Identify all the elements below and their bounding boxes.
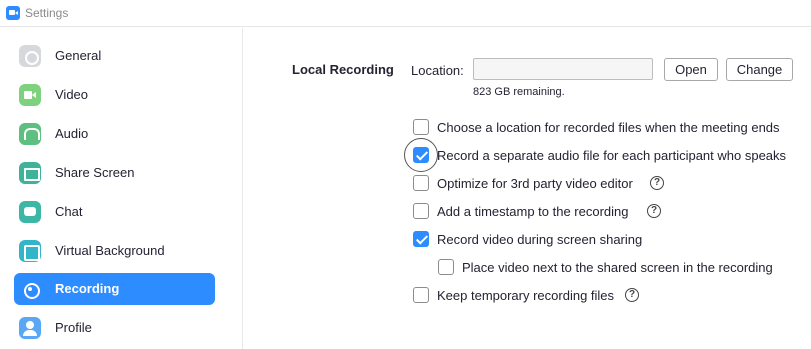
option-label: Add a timestamp to the recording [437, 204, 629, 219]
sidebar-item-label: Recording [55, 281, 120, 296]
sidebar-item-recording[interactable]: Recording [14, 273, 215, 305]
sidebar-item-chat[interactable]: Chat [14, 196, 215, 228]
choose-location-checkbox[interactable] [413, 119, 429, 135]
open-button[interactable]: Open [664, 58, 718, 81]
virtual-background-icon [19, 240, 41, 262]
option-label: Optimize for 3rd party video editor [437, 176, 633, 191]
gear-icon [19, 45, 41, 67]
sidebar-item-general[interactable]: General [14, 40, 215, 72]
option-record-video-sharing[interactable]: Record video during screen sharing [413, 229, 673, 249]
sidebar-item-label: General [55, 48, 102, 63]
sidebar-item-audio[interactable]: Audio [14, 118, 215, 150]
optimize-editor-checkbox[interactable] [413, 175, 429, 191]
storage-remaining: 823 GB remaining. [473, 86, 565, 98]
sidebar-item-share-screen[interactable]: Share Screen [14, 157, 215, 189]
sidebar-item-label: Chat [55, 204, 83, 219]
sidebar-item-video[interactable]: Video [14, 79, 215, 111]
option-optimize-3rd-party[interactable]: Optimize for 3rd party video editor ? [413, 173, 693, 193]
title-bar: Settings [0, 0, 811, 27]
option-timestamp[interactable]: Add a timestamp to the recording ? [413, 201, 673, 221]
separate-audio-checkbox[interactable] [413, 147, 429, 163]
sidebar-item-profile[interactable]: Profile [14, 312, 215, 344]
settings-sidebar: General Video Audio Share Screen Chat Vi… [0, 28, 243, 349]
option-label: Record a separate audio file for each pa… [437, 148, 787, 163]
window-title: Settings [25, 6, 69, 20]
option-label: Place video next to the shared screen in… [462, 260, 773, 275]
timestamp-checkbox[interactable] [413, 203, 429, 219]
recording-settings-panel: Local Recording Location: Open Change 82… [244, 28, 811, 349]
help-icon[interactable]: ? [650, 176, 664, 190]
location-label: Location: [411, 63, 464, 78]
change-button[interactable]: Change [726, 58, 793, 81]
sidebar-item-label: Profile [55, 320, 92, 335]
zoom-app-icon [6, 6, 20, 20]
sidebar-item-label: Audio [55, 126, 89, 141]
video-camera-icon [19, 84, 41, 106]
option-label: Keep temporary recording files [437, 288, 615, 303]
option-choose-location[interactable]: Choose a location for recorded files whe… [413, 117, 793, 137]
help-icon[interactable]: ? [647, 204, 661, 218]
section-title: Local Recording [292, 62, 394, 77]
keep-temp-files-checkbox[interactable] [413, 287, 429, 303]
location-field[interactable] [473, 58, 653, 80]
option-label: Record video during screen sharing [437, 232, 643, 247]
option-place-video-next[interactable]: Place video next to the shared screen in… [438, 257, 788, 277]
sidebar-item-virtual-background[interactable]: Virtual Background [14, 235, 215, 267]
profile-icon [19, 317, 41, 339]
option-keep-temp-files[interactable]: Keep temporary recording files ? [413, 285, 653, 305]
place-video-checkbox[interactable] [438, 259, 454, 275]
sidebar-item-label: Video [55, 87, 89, 102]
option-separate-audio[interactable]: Record a separate audio file for each pa… [413, 145, 803, 165]
sidebar-item-label: Share Screen [55, 165, 135, 180]
share-screen-icon [19, 162, 41, 184]
record-video-sharing-checkbox[interactable] [413, 231, 429, 247]
chat-bubble-icon [19, 201, 41, 223]
sidebar-item-label: Virtual Background [55, 243, 165, 258]
headphones-icon [19, 123, 41, 145]
option-label: Choose a location for recorded files whe… [437, 120, 780, 135]
record-icon [19, 278, 41, 300]
help-icon[interactable]: ? [625, 288, 639, 302]
